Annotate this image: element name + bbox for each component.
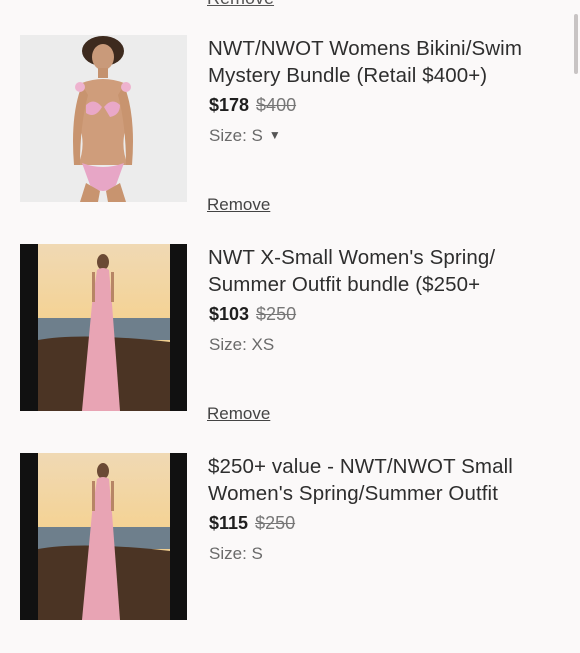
- price-original: $250: [255, 513, 296, 533]
- size-label: Size: S: [209, 544, 263, 563]
- price-current: $178: [209, 95, 250, 115]
- cart-item: $250+ value - NWT/NWOT Small Women's Spr…: [0, 453, 580, 653]
- cart-item: NWT/NWOT Womens Bikini/Swim Mystery Bund…: [0, 35, 580, 235]
- price-original: $400: [256, 95, 297, 115]
- price-row: $178 $400: [209, 95, 296, 116]
- price-current: $115: [209, 513, 249, 533]
- product-title[interactable]: $250+ value - NWT/NWOT Small Women's Spr…: [208, 453, 563, 507]
- remove-button[interactable]: Remove: [207, 404, 270, 424]
- size-label: Size: XS: [209, 335, 275, 354]
- caret-down-icon[interactable]: ▼: [269, 128, 281, 142]
- remove-button[interactable]: Remove: [207, 195, 270, 215]
- price-original: $250: [256, 304, 297, 324]
- product-image-dress[interactable]: [20, 453, 187, 620]
- product-image-dress[interactable]: [20, 244, 187, 411]
- cart-item: NWT X-Small Women's Spring/ Summer Outfi…: [0, 244, 580, 444]
- size-label: Size: S: [209, 126, 263, 145]
- price-current: $103: [209, 304, 250, 324]
- price-row: $103 $250: [209, 304, 296, 325]
- product-title[interactable]: NWT X-Small Women's Spring/ Summer Outfi…: [208, 244, 563, 298]
- remove-link-previous[interactable]: Remove: [207, 0, 274, 9]
- product-image-bikini[interactable]: [20, 35, 187, 202]
- price-row: $115 $250: [209, 513, 295, 534]
- size-selector[interactable]: Size: S ▼: [209, 126, 281, 146]
- scrollbar[interactable]: [574, 14, 578, 74]
- product-title[interactable]: NWT/NWOT Womens Bikini/Swim Mystery Bund…: [208, 35, 563, 89]
